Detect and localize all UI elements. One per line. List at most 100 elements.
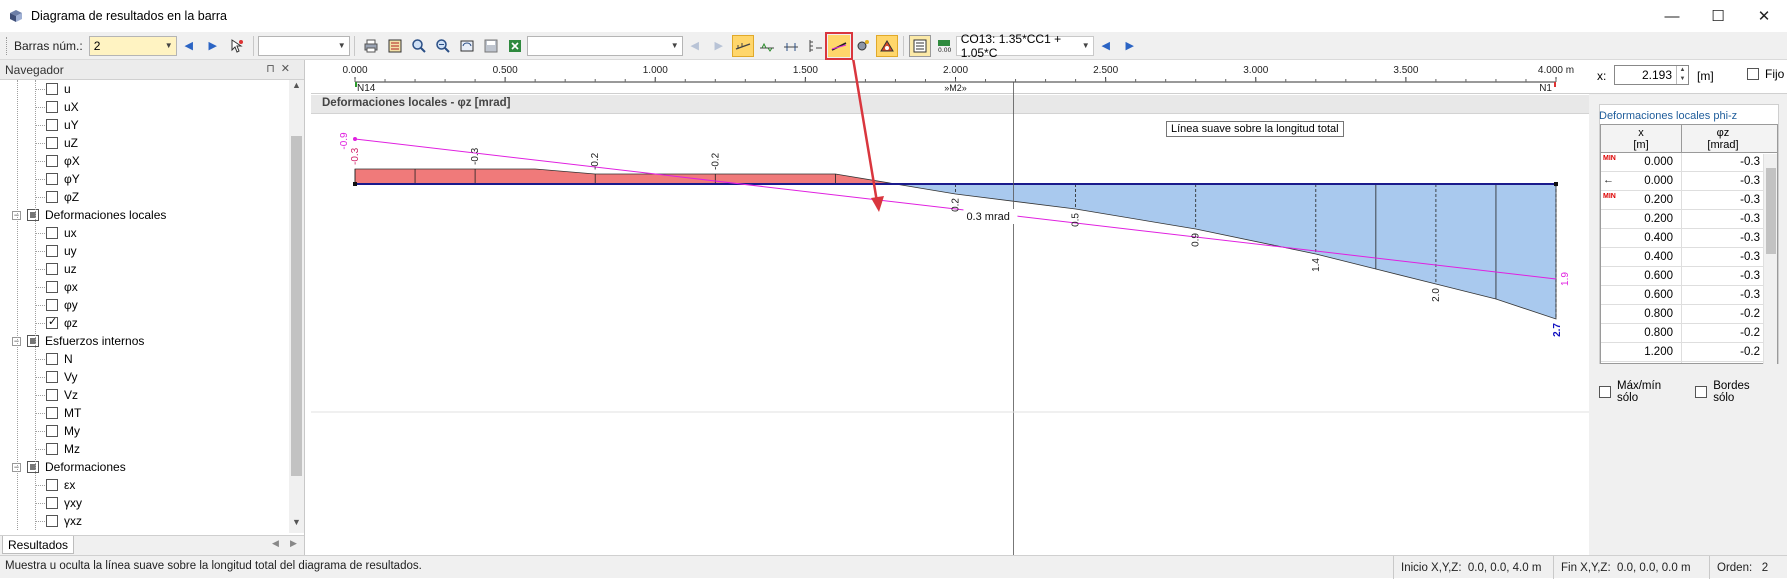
tree-checkbox[interactable] — [27, 461, 39, 473]
tree-checkbox[interactable] — [46, 299, 58, 311]
tree-checkbox[interactable] — [46, 191, 58, 203]
pick-member-button[interactable] — [226, 35, 248, 57]
results-table-scrollbar[interactable] — [1763, 154, 1777, 364]
tree-checkbox[interactable] — [46, 119, 58, 131]
spinner-icon[interactable]: ▲ ▼ — [1676, 66, 1688, 84]
numbering-button[interactable]: 0.00 — [933, 35, 955, 57]
tree-item[interactable]: uy — [46, 242, 77, 260]
scroll-up-icon[interactable]: ▲ — [289, 80, 304, 96]
minimize-button[interactable]: — — [1649, 0, 1695, 32]
load-select-disabled[interactable]: ▼ — [526, 35, 683, 56]
load-combination-select[interactable]: CO13: 1.35*CC1 + 1.05*C ▼ — [955, 32, 1094, 60]
scroll-thumb[interactable] — [291, 136, 302, 476]
refresh-button[interactable] — [456, 35, 478, 57]
table-row[interactable]: ← 0.000 -0.3 — [1601, 172, 1777, 191]
zoom-out-button[interactable] — [432, 35, 454, 57]
tree-item[interactable]: εx — [46, 476, 75, 494]
toolbar-grip[interactable] — [6, 36, 9, 55]
member-number-select[interactable]: 2 ▼ — [88, 35, 177, 56]
results-table-body[interactable]: MIN 0.000 -0.3 ← 0.000 -0.3 MIN 0.200 -0.3 0.200-… — [1601, 153, 1777, 363]
pin-close-icons[interactable]: ⊓✕ — [266, 62, 296, 75]
table-row[interactable]: 0.600 -0.3 — [1601, 267, 1777, 286]
excel-export-button[interactable] — [504, 35, 526, 57]
tree-checkbox[interactable] — [46, 443, 58, 455]
tab-scroll-left-icon[interactable]: ◀ — [272, 538, 279, 549]
tree-item[interactable]: φy — [46, 296, 78, 314]
export-button[interactable] — [384, 35, 406, 57]
tree-checkbox[interactable] — [46, 137, 58, 149]
tree-item[interactable]: γxz — [46, 512, 82, 530]
edges-only-checkbox[interactable]: Bordes sólo — [1695, 380, 1772, 404]
previous-combination-button[interactable]: ◀ — [1095, 35, 1117, 57]
tree-item[interactable]: γxy — [46, 494, 82, 512]
display-options-button[interactable] — [875, 34, 898, 57]
tree-checkbox[interactable] — [46, 515, 58, 527]
fixed-checkbox-box[interactable] — [1747, 68, 1759, 80]
tree-checkbox[interactable] — [46, 315, 58, 329]
zoom-in-button[interactable] — [408, 35, 430, 57]
tab-scroll-right-icon[interactable]: ▶ — [290, 538, 297, 549]
tree-checkbox[interactable] — [46, 263, 58, 275]
tree-item[interactable]: φY — [46, 170, 80, 188]
tree-checkbox[interactable] — [46, 407, 58, 419]
table-row[interactable]: 1.200-0.2 — [1601, 343, 1777, 362]
close-button[interactable]: ✕ — [1741, 0, 1787, 32]
show-values-button[interactable] — [731, 34, 754, 57]
tree-item[interactable]: φz — [46, 314, 78, 332]
tree-checkbox[interactable] — [27, 335, 39, 347]
tree-item[interactable]: N — [46, 350, 73, 368]
tree-item[interactable]: My — [46, 422, 80, 440]
tree-group-item[interactable]: − Esfuerzos internos — [12, 332, 144, 350]
fixed-checkbox[interactable]: Fijo — [1747, 67, 1784, 81]
tree-checkbox[interactable] — [46, 497, 58, 509]
tree-item[interactable]: uX — [46, 98, 79, 116]
tree-checkbox[interactable] — [46, 371, 58, 383]
scroll-down-icon[interactable]: ▼ — [289, 517, 304, 533]
show-sections-button[interactable] — [780, 35, 802, 57]
table-row[interactable]: 0.600 -0.3 — [1601, 286, 1777, 305]
settings-button[interactable] — [852, 35, 874, 57]
tree-item[interactable]: Mz — [46, 440, 80, 458]
maxmin-only-checkbox[interactable]: Máx/mín sólo — [1599, 380, 1683, 404]
next-result-button[interactable]: ▶ — [708, 35, 730, 57]
diagram-area[interactable]: Deformaciones locales - φz [mrad] 0.000 0… — [311, 60, 1589, 555]
previous-member-button[interactable]: ◀ — [178, 35, 200, 57]
save-button[interactable] — [480, 35, 502, 57]
table-row[interactable]: 0.400 -0.3 — [1601, 229, 1777, 248]
tree-checkbox[interactable] — [46, 155, 58, 167]
table-row[interactable]: 0.200 -0.3 — [1601, 210, 1777, 229]
tree-item[interactable]: φx — [46, 278, 78, 296]
tree-item[interactable]: ux — [46, 224, 77, 242]
table-row[interactable]: 1.200-0.2 — [1601, 362, 1777, 363]
tree-group-item[interactable]: − Deformaciones — [12, 458, 126, 476]
table-row[interactable]: 0.800 -0.2 — [1601, 324, 1777, 343]
x-position-input[interactable]: 2.193 ▲ ▼ — [1614, 65, 1689, 85]
table-view-button[interactable] — [908, 34, 931, 57]
maxmin-only-box[interactable] — [1599, 386, 1611, 398]
next-member-button[interactable]: ▶ — [202, 35, 224, 57]
result-type-select[interactable]: ▼ — [257, 35, 350, 56]
tree-item[interactable]: Vy — [46, 368, 78, 386]
maximize-button[interactable]: ☐ — [1695, 0, 1741, 32]
print-button[interactable] — [360, 35, 382, 57]
tree-checkbox[interactable] — [46, 479, 58, 491]
table-row[interactable]: 0.400 -0.3 — [1601, 248, 1777, 267]
tree-item[interactable]: MT — [46, 404, 81, 422]
table-row[interactable]: 0.800 -0.2 — [1601, 305, 1777, 324]
tree-item[interactable]: u — [46, 80, 71, 98]
tree-item[interactable]: uz — [46, 260, 77, 278]
tree-checkbox[interactable] — [46, 389, 58, 401]
next-combination-button[interactable]: ▶ — [1119, 35, 1141, 57]
show-extremes-button[interactable] — [756, 35, 778, 57]
edges-only-box[interactable] — [1695, 386, 1708, 398]
previous-result-button[interactable]: ◀ — [684, 35, 706, 57]
result-diagram[interactable]: 0.000 0.500 1.000 1.500 2.000 2.500 3.000 3.500… — [311, 60, 1589, 555]
tree-checkbox[interactable] — [46, 353, 58, 365]
navigator-scrollbar[interactable]: ▲ ▼ — [289, 80, 304, 533]
tree-checkbox[interactable] — [46, 173, 58, 185]
smooth-line-button[interactable] — [824, 31, 853, 60]
tree-checkbox[interactable] — [46, 101, 58, 113]
tree-item[interactable]: Vz — [46, 386, 78, 404]
scroll-thumb[interactable] — [1766, 168, 1776, 254]
tab-resultados[interactable]: Resultados — [2, 536, 75, 554]
